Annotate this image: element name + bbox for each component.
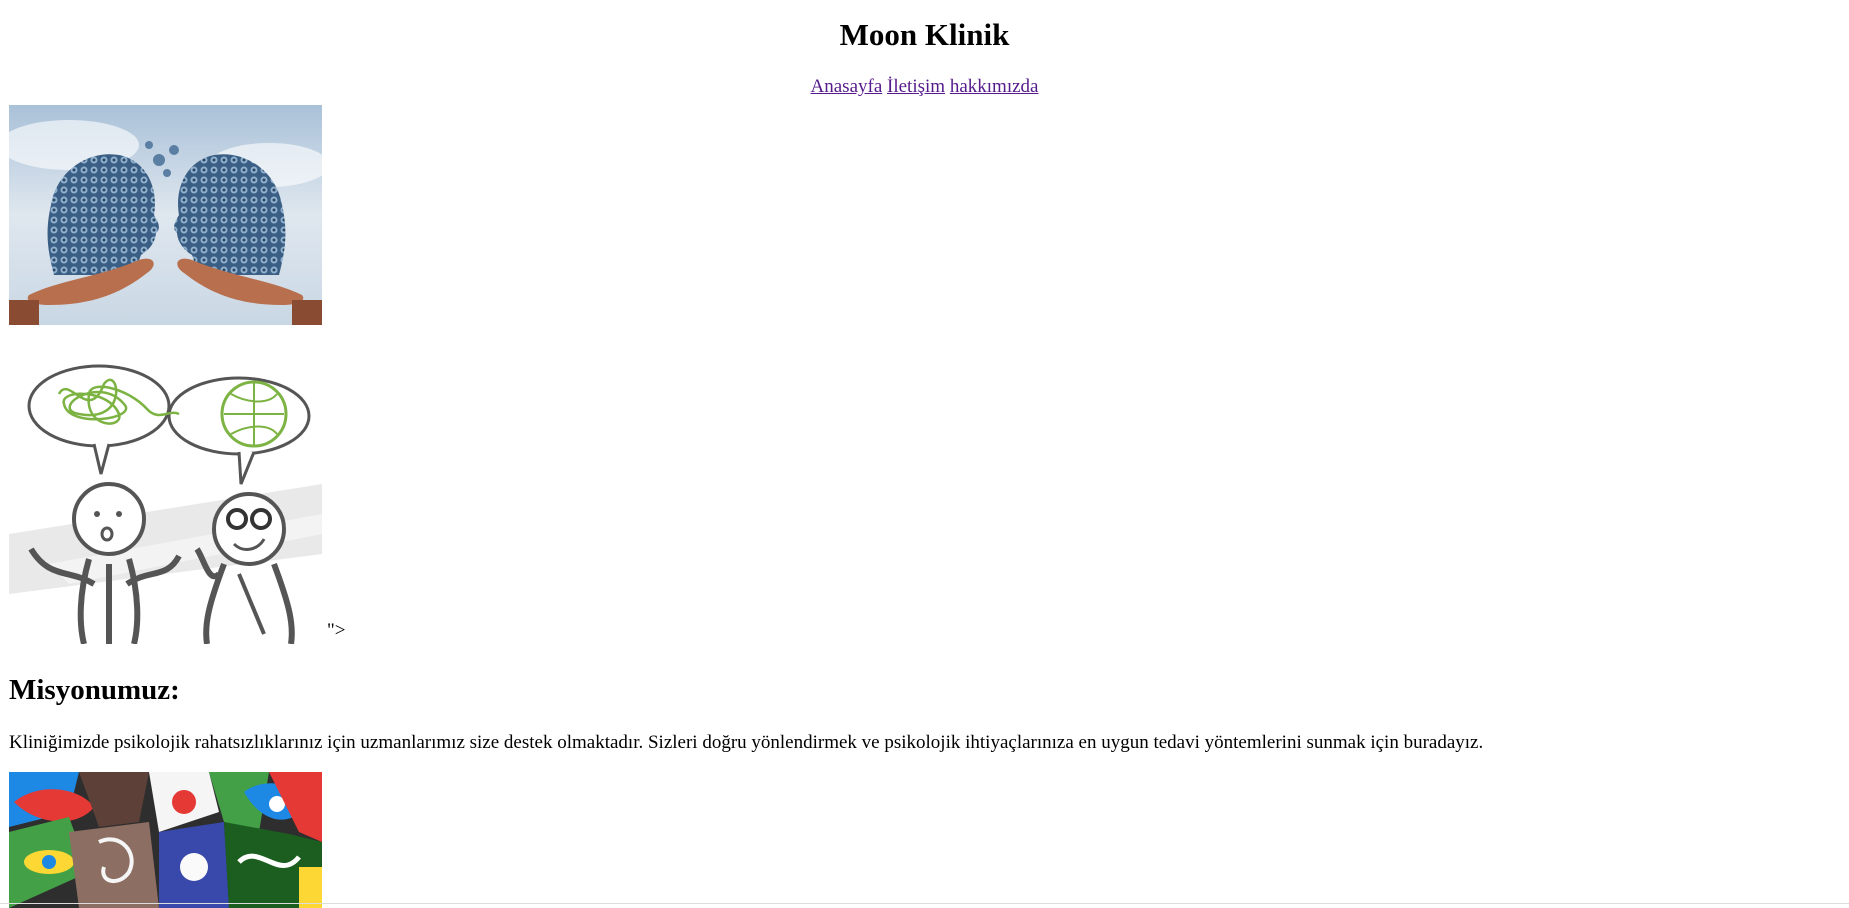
page-content: Moon Klinik Anasayfa İletişim hakkımızda — [0, 0, 1849, 908]
colorful-collage-image — [9, 772, 322, 908]
nav-link-about[interactable]: hakkımızda — [950, 76, 1039, 97]
stick-figures-row: "> — [9, 334, 1840, 644]
nav-link-home[interactable]: Anasayfa — [811, 76, 883, 97]
nav-link-contact[interactable]: İletişim — [887, 76, 945, 97]
main-nav: Anasayfa İletişim hakkımızda — [9, 76, 1840, 98]
stick-figures-image — [9, 334, 322, 644]
gear-heads-image — [9, 105, 322, 325]
mission-text: Kliniğimizde psikolojik rahatsızlıkların… — [9, 732, 1484, 753]
mission-heading: Misyonumuz: — [9, 674, 180, 706]
page-title: Moon Klinik — [839, 17, 1010, 52]
stray-markup-text: "> — [327, 620, 346, 641]
